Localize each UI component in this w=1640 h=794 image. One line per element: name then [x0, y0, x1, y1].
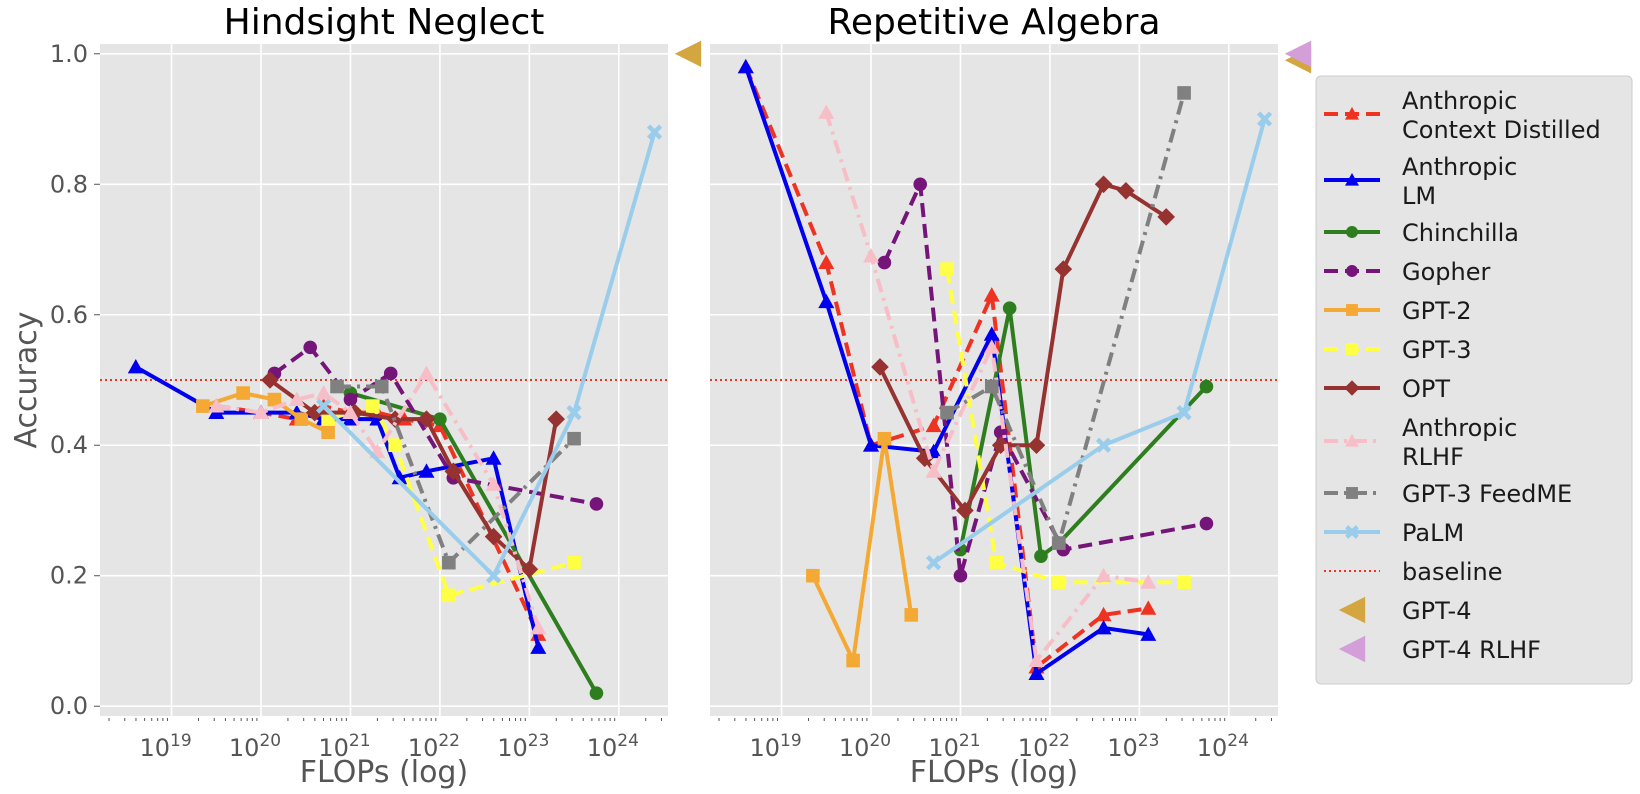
legend-label: GPT-2 [1402, 297, 1471, 325]
legend-marker [1346, 487, 1358, 499]
x-tick-label: 1020 [839, 731, 891, 762]
legend-marker [1346, 226, 1358, 238]
data-point [1002, 301, 1017, 316]
data-point [877, 431, 892, 446]
legend-label: Context Distilled [1402, 116, 1601, 144]
legend-label: LM [1402, 182, 1436, 210]
legend: AnthropicContext DistilledAnthropicLMChi… [1315, 75, 1633, 685]
x-tick-label: 1019 [749, 731, 801, 762]
data-point [1052, 536, 1066, 550]
data-point [1177, 86, 1191, 100]
panel-repetitive-algebra: 1019 1020 1021 1022 1023 1024 Repetitive Alge… [710, 2, 1312, 790]
legend-label: GPT-4 [1402, 597, 1471, 625]
y-tick-label: 0.2 [50, 562, 88, 590]
data-point [940, 405, 954, 420]
data-point [913, 177, 928, 192]
y-axis-label: Accuracy [9, 312, 44, 449]
data-point [1199, 516, 1214, 531]
legend-label: Chinchilla [1402, 219, 1519, 247]
legend-label: Anthropic [1402, 153, 1517, 181]
data-point [330, 379, 344, 394]
data-point [877, 255, 892, 270]
chart-title: Repetitive Algebra [827, 2, 1160, 43]
legend-label: GPT-3 FeedME [1402, 480, 1572, 508]
data-point [196, 399, 210, 413]
data-point [806, 568, 820, 583]
y-tick-label: 0.0 [50, 692, 88, 720]
data-point [589, 686, 604, 700]
legend-marker [1346, 343, 1358, 355]
data-point [940, 262, 954, 276]
y-tick-labels: 0.0 0.2 0.4 0.6 0.8 1.0 [50, 40, 100, 720]
legend-label: Gopher [1402, 258, 1490, 286]
panel-hindsight-neglect: 1019 1020 1021 1022 1023 1024 0.00.20.40.60.8… [9, 2, 702, 790]
x-tick-label: 1020 [229, 731, 281, 762]
x-tick-label: 1023 [1107, 731, 1159, 762]
y-tick-label: 0.8 [50, 170, 88, 198]
data-point [321, 425, 335, 439]
legend-label: RLHF [1402, 443, 1464, 471]
data-point [294, 412, 309, 426]
data-point [388, 438, 402, 453]
legend-label: GPT-4 RLHF [1402, 636, 1541, 664]
y-tick-label: 0.4 [50, 431, 88, 459]
legend-label: GPT-3 [1402, 336, 1471, 364]
data-point [1177, 575, 1191, 590]
data-point [989, 555, 1004, 570]
marker-gpt-4 [674, 40, 702, 67]
data-point [1034, 549, 1048, 563]
data-point [374, 379, 389, 394]
data-point [442, 588, 456, 603]
data-point [984, 379, 999, 394]
data-point [303, 340, 318, 355]
data-point [366, 399, 380, 413]
legend-label: Anthropic [1402, 87, 1517, 115]
data-point [1052, 575, 1066, 590]
data-point [567, 431, 581, 446]
x-tick-label: 1023 [497, 731, 549, 762]
x-axis-label: FLOPs (log) [300, 755, 468, 790]
legend-marker [1346, 304, 1358, 316]
legend-label: baseline [1402, 558, 1503, 586]
legend-marker [1346, 265, 1358, 277]
gpt4-markers [1284, 40, 1312, 74]
data-point [904, 608, 919, 622]
x-axis-label: FLOPs (log) [910, 755, 1078, 790]
data-point [953, 568, 968, 583]
chart-title: Hindsight Neglect [224, 2, 545, 43]
data-point [236, 386, 250, 400]
data-point [1199, 379, 1214, 394]
x-tick-label: 1019 [139, 731, 191, 762]
gpt4-markers [674, 40, 702, 67]
data-point [567, 555, 581, 570]
data-point [589, 497, 604, 511]
y-tick-label: 0.6 [50, 301, 88, 329]
legend-label: PaLM [1402, 519, 1464, 547]
y-tick-label: 1.0 [50, 40, 88, 68]
figure: 1019 1020 1021 1022 1023 1024 0.00.20.40.60.8… [9, 2, 1633, 790]
legend-label: Anthropic [1402, 414, 1517, 442]
x-tick-label: 1024 [1197, 731, 1249, 762]
legend-label: OPT [1402, 375, 1450, 403]
x-tick-label: 1024 [587, 731, 639, 762]
data-point [442, 555, 456, 570]
data-point [383, 366, 398, 381]
data-point [846, 653, 860, 668]
